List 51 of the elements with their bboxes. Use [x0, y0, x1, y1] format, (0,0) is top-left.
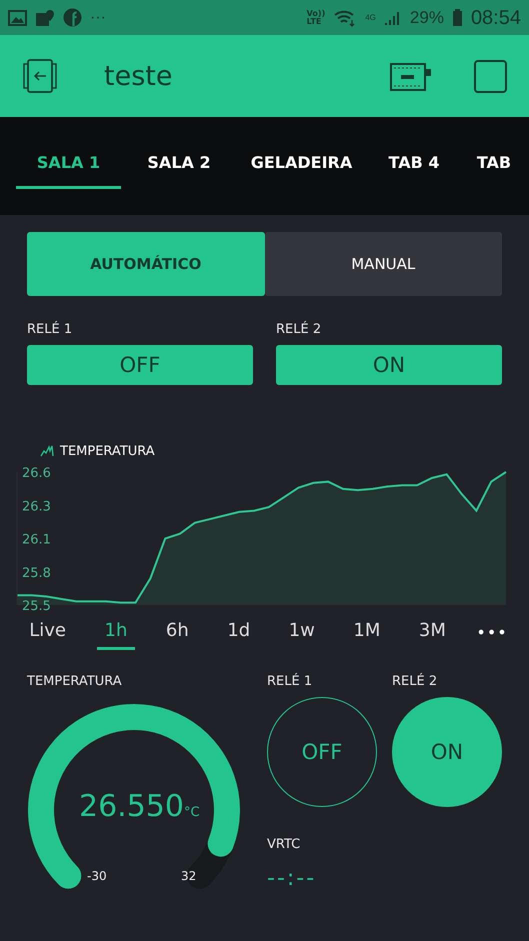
tab[interactable]: TAB	[464, 143, 524, 189]
legend-label: TEMPERATURA	[60, 444, 155, 458]
period-tab[interactable]: 1d	[219, 614, 258, 650]
tab[interactable]: TAB 4	[374, 143, 454, 189]
tab[interactable]: SALA 2	[129, 143, 229, 189]
tab[interactable]: GELADEIRA	[239, 143, 364, 189]
period-tab[interactable]: 3M	[410, 614, 454, 650]
gauge-max: 32	[181, 869, 196, 883]
project-title: teste	[104, 60, 174, 92]
chart-line-icon	[40, 445, 54, 457]
more-button[interactable]: •••	[476, 622, 508, 642]
y-tick-label: 26.3	[22, 499, 51, 514]
map-pin-icon	[35, 8, 55, 26]
mode-button[interactable]: MANUAL	[264, 232, 502, 296]
relay-label: RELÉ 2	[276, 322, 322, 337]
vrtc-label: VRTC	[267, 837, 302, 852]
relay-toggle[interactable]: ON	[392, 697, 502, 807]
round-app-icon	[63, 8, 82, 27]
gauge-min: -30	[87, 869, 107, 883]
relay-label: RELÉ 2	[392, 674, 438, 689]
period-tab[interactable]: 1h	[96, 614, 136, 650]
relay-label: RELÉ 1	[27, 322, 74, 337]
period-tab[interactable]: 1M	[345, 614, 388, 650]
more-notifications: ···	[90, 10, 106, 26]
y-tick-label: 26.6	[22, 466, 51, 481]
period-tab[interactable]: 1w	[280, 614, 323, 650]
y-tick-label: 26.1	[22, 532, 51, 548]
period-tab[interactable]: Live	[21, 614, 74, 650]
gauge-value: 26.550°C	[79, 789, 200, 824]
wifi-icon	[333, 8, 358, 26]
device-icon[interactable]	[390, 61, 432, 91]
relay-label: RELÉ 1	[267, 674, 314, 689]
square-icon[interactable]	[474, 60, 507, 92]
relay-toggle[interactable]: OFF	[267, 697, 377, 807]
clock: 08:54	[470, 8, 521, 28]
vrtc-value: --:--	[267, 866, 318, 891]
battery-percent: 29%	[410, 9, 444, 26]
gallery-icon	[8, 10, 27, 26]
mode-button[interactable]: AUTOMÁTICO	[27, 232, 264, 296]
y-tick-label: 25.5	[22, 599, 51, 612]
gauge-label: TEMPERATURA	[27, 674, 123, 689]
exit-icon	[22, 59, 58, 93]
battery-icon	[452, 8, 463, 26]
relay-button[interactable]: OFF	[27, 345, 253, 385]
network-type: 4G	[365, 14, 376, 22]
signal-icon	[384, 10, 402, 26]
period-tab[interactable]: 6h	[158, 614, 197, 650]
relay-button[interactable]: ON	[276, 345, 502, 385]
y-tick-label: 25.8	[22, 566, 51, 581]
volte-label: Vo)) LTE	[306, 10, 326, 26]
tab[interactable]: SALA 1	[16, 143, 121, 189]
